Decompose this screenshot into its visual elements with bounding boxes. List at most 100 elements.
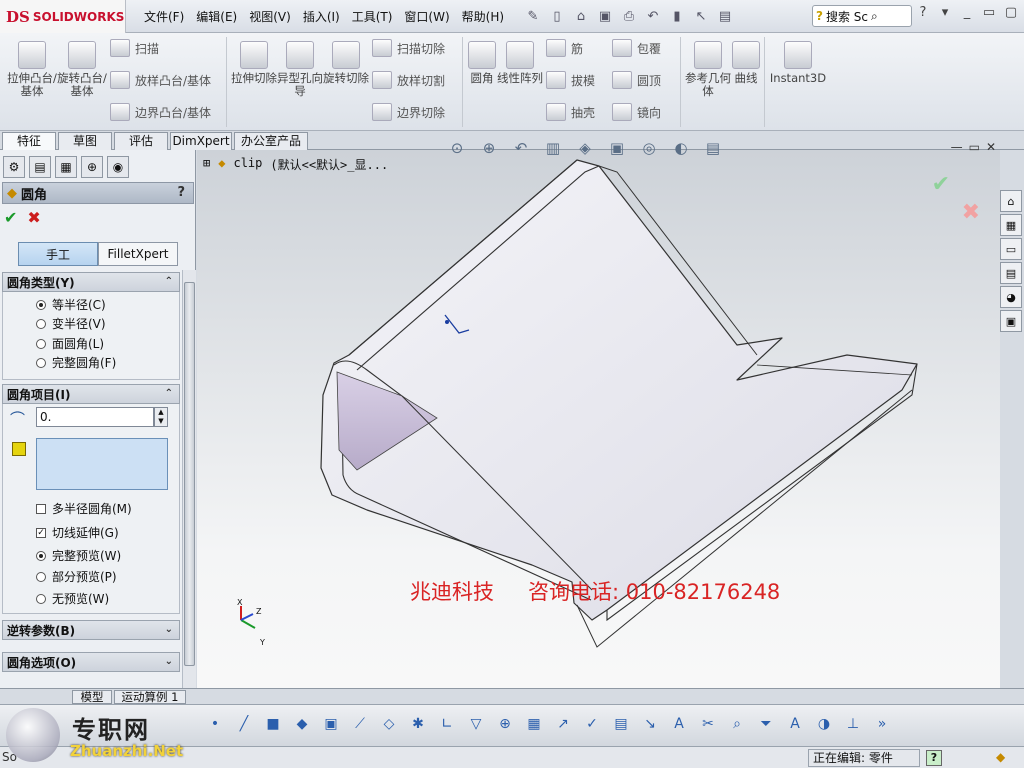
tool-check-icon[interactable]: ✓ xyxy=(581,713,603,735)
checkbox-indicator[interactable] xyxy=(36,503,46,514)
tool-arrow-icon[interactable]: ↘ xyxy=(639,713,661,735)
zoom-to-fit-icon[interactable]: ⊙ xyxy=(445,136,469,160)
edit-appearance-icon[interactable]: ◐ xyxy=(669,136,693,160)
search-icon[interactable]: ⌕ xyxy=(871,9,878,24)
close-window-icon[interactable]: ▢ xyxy=(1002,5,1020,20)
instant3d-button[interactable]: Instant3D xyxy=(768,41,828,85)
tool-filter-icon[interactable]: ▽ xyxy=(465,713,487,735)
undo-icon[interactable]: ↶ xyxy=(642,5,664,27)
panel-scrollbar[interactable] xyxy=(182,270,196,688)
help-icon[interactable]: ? xyxy=(914,5,932,20)
radius-input[interactable]: 0. xyxy=(36,407,154,427)
new-document-icon[interactable]: ▯ xyxy=(546,5,568,27)
linear-pattern-button[interactable]: 线性阵列 xyxy=(494,41,546,85)
extrude-boss-button[interactable]: 拉伸凸台/基体 xyxy=(6,41,58,98)
open-folder-icon[interactable]: ⌂ xyxy=(570,5,592,27)
sweep-cut-button[interactable]: 扫描切除 xyxy=(372,39,445,57)
feature-tree-icon[interactable]: ⚙ xyxy=(3,156,25,178)
hole-wizard-button[interactable]: 异型孔向导 xyxy=(274,41,326,98)
property-manager-icon[interactable]: ▤ xyxy=(29,156,51,178)
radio-constant-radius[interactable]: 等半径(C) xyxy=(36,296,106,313)
tool-table-icon[interactable]: ▤ xyxy=(610,713,632,735)
radio-indicator[interactable] xyxy=(36,338,46,349)
help-dropdown-icon[interactable]: ▾ xyxy=(936,5,954,20)
radio-variable-radius[interactable]: 变半径(V) xyxy=(36,315,106,332)
boundary-boss-button[interactable]: 边界凸台/基体 xyxy=(110,103,211,121)
radio-indicator[interactable] xyxy=(36,299,46,310)
hide-show-items-icon[interactable]: ◎ xyxy=(637,136,661,160)
tool-target-icon[interactable]: ⊕ xyxy=(494,713,516,735)
tool-edge-icon[interactable]: ⟋ xyxy=(349,713,371,735)
fillet-options-section-header[interactable]: 圆角选项(O) ⌄ xyxy=(2,652,180,672)
tool-star-icon[interactable]: ✱ xyxy=(407,713,429,735)
menu-view[interactable]: 视图(V) xyxy=(243,8,297,25)
tool-box-icon[interactable]: ▣ xyxy=(320,713,342,735)
sweep-button[interactable]: 扫描 xyxy=(110,39,159,57)
radio-face-fillet[interactable]: 面圆角(L) xyxy=(36,335,104,352)
part-model[interactable] xyxy=(197,150,1000,688)
tool-face-icon[interactable]: ◇ xyxy=(378,713,400,735)
tool-text-icon[interactable]: A xyxy=(784,713,806,735)
options-icon[interactable]: ▤ xyxy=(714,5,736,27)
tool-cut-icon[interactable]: ✂ xyxy=(697,713,719,735)
radio-indicator[interactable] xyxy=(36,318,46,329)
feature-tree-flyout[interactable]: ⊞ ◆ clip (默认<<默认>_显... xyxy=(203,156,388,173)
menu-tools[interactable]: 工具(T) xyxy=(346,8,399,25)
search-box[interactable]: ? 搜索 Sc ⌕ xyxy=(812,5,912,27)
appearances-icon[interactable]: ◕ xyxy=(1000,286,1022,308)
loft-boss-button[interactable]: 放样凸台/基体 xyxy=(110,71,211,89)
draft-button[interactable]: 拔模 xyxy=(546,71,595,89)
zoom-to-area-icon[interactable]: ⊕ xyxy=(477,136,501,160)
section-view-icon[interactable]: ▥ xyxy=(541,136,565,160)
tool-fill-icon[interactable]: ◆ xyxy=(291,713,313,735)
radio-partial-preview[interactable]: 部分预览(P) xyxy=(36,568,117,585)
menu-edit[interactable]: 编辑(E) xyxy=(190,8,243,25)
tool-rectangle-icon[interactable]: ■ xyxy=(262,713,284,735)
checkbox-multi-radius[interactable]: 多半径圆角(M) xyxy=(36,500,132,517)
collapse-icon[interactable]: ⌃ xyxy=(165,276,173,287)
tool-angle-icon[interactable]: ∟ xyxy=(436,713,458,735)
scrollbar-thumb[interactable] xyxy=(184,282,195,666)
tool-annotation-icon[interactable]: A xyxy=(668,713,690,735)
tool-dimension-icon[interactable]: ↗ xyxy=(552,713,574,735)
graphics-area[interactable]: X Y Z ⊞ ◆ clip (默认<<默认>_显... ⊙ ⊕ ↶ ▥ ◈ ▣… xyxy=(197,139,1000,688)
print-icon[interactable]: ⎙ xyxy=(618,5,640,27)
tab-motion-study[interactable]: 运动算例 1 xyxy=(114,690,186,704)
tool-probe-icon[interactable]: ⌕ xyxy=(726,713,748,735)
expand-icon[interactable]: ⊞ xyxy=(203,156,210,173)
minimize-icon[interactable]: _ xyxy=(958,5,976,20)
previous-view-icon[interactable]: ↶ xyxy=(509,136,533,160)
radio-indicator[interactable] xyxy=(36,593,46,604)
radio-full-round-fillet[interactable]: 完整圆角(F) xyxy=(36,354,116,371)
cancel-x-icon[interactable]: ✖ xyxy=(27,208,40,227)
menu-insert[interactable]: 插入(I) xyxy=(297,8,346,25)
menu-window[interactable]: 窗口(W) xyxy=(398,8,455,25)
boundary-cut-button[interactable]: 边界切除 xyxy=(372,103,445,121)
save-icon[interactable]: ▣ xyxy=(594,5,616,27)
expand-icon[interactable]: ⌄ xyxy=(165,656,173,667)
solidworks-resources-icon[interactable]: ⌂ xyxy=(1000,190,1022,212)
custom-properties-icon[interactable]: ▣ xyxy=(1000,310,1022,332)
quick-tips-icon[interactable]: ? xyxy=(926,750,942,766)
view-settings-icon[interactable]: ▤ xyxy=(701,136,725,160)
view-palette-icon[interactable]: ▤ xyxy=(1000,262,1022,284)
rib-button[interactable]: 筋 xyxy=(546,39,583,57)
collapse-icon[interactable]: ⌃ xyxy=(165,388,173,399)
tab-sketch[interactable]: 草图 xyxy=(58,132,112,150)
tab-evaluate[interactable]: 评估 xyxy=(114,132,168,150)
extrude-cut-button[interactable]: 拉伸切除 xyxy=(228,41,280,85)
solidworks-logo[interactable]: DS SOLIDWORKS xyxy=(0,0,126,33)
radio-no-preview[interactable]: 无预览(W) xyxy=(36,590,109,607)
tool-funnel-icon[interactable]: ⏷ xyxy=(755,713,777,735)
help-button[interactable]: ? xyxy=(177,185,185,200)
checkbox-indicator[interactable]: ✓ xyxy=(36,527,46,538)
restore-icon[interactable]: ▭ xyxy=(980,5,998,20)
shell-button[interactable]: 抽壳 xyxy=(546,103,595,121)
confirm-corner-ok-icon[interactable]: ✔ xyxy=(932,172,950,197)
fillet-type-section-header[interactable]: 圆角类型(Y) ⌃ xyxy=(2,272,180,292)
view-orientation-icon[interactable]: ◈ xyxy=(573,136,597,160)
checkbox-tangent-propagation[interactable]: ✓ 切线延伸(G) xyxy=(36,524,119,541)
viewport-restore-icon[interactable]: ▭ xyxy=(969,140,980,154)
loft-cut-button[interactable]: 放样切割 xyxy=(372,71,445,89)
radius-spinner[interactable]: ▲ ▼ xyxy=(154,407,168,427)
